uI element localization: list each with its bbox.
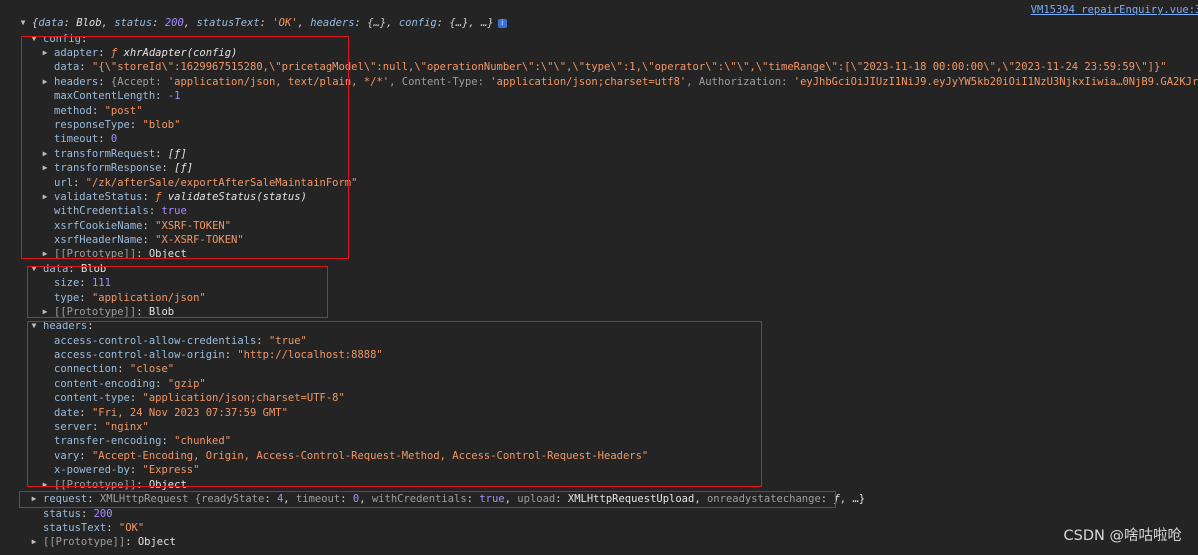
request-highlight-box xyxy=(19,491,836,508)
summary-data-key: data xyxy=(38,17,64,29)
summary-data-val: Blob xyxy=(76,17,102,29)
config-highlight-box xyxy=(21,36,349,259)
info-icon[interactable]: i xyxy=(497,18,507,28)
prototype-key: [[Prototype]] xyxy=(43,536,126,548)
status-key: status xyxy=(43,508,81,520)
authorization-val: 'eyJhbGciOiJIUzI1NiJ9.eyJyYW5kb20iOiI1Nz… xyxy=(793,76,1198,88)
statustext-val: "OK" xyxy=(118,522,145,534)
collapsed-triangle-icon[interactable]: ▶ xyxy=(29,535,39,549)
summary-config-key: config xyxy=(398,17,437,29)
summary-headers-key: headers xyxy=(310,17,355,29)
summary-status-key: status xyxy=(114,17,153,29)
expand-triangle-icon[interactable]: ▼ xyxy=(18,16,28,30)
watermark: CSDN @啥咕啦呛 xyxy=(1063,528,1182,544)
content-type-key: Content-Type xyxy=(401,76,478,88)
content-type-val: 'application/json;charset=utf8' xyxy=(490,76,687,88)
headers-highlight-box xyxy=(27,321,762,487)
summary-headers-val: {…} xyxy=(367,17,387,29)
summary-status-val: 200 xyxy=(164,17,184,29)
summary-config-val: {…} xyxy=(449,17,469,29)
summary-tail: …} xyxy=(481,17,494,29)
statustext-row: statusText: "OK" xyxy=(43,522,145,534)
prototype-val: Object xyxy=(137,536,176,548)
authorization-key: Authorization xyxy=(698,76,782,88)
summary-statustext-key: statusText xyxy=(196,17,260,29)
request-tail: …} xyxy=(852,493,866,505)
response-summary-row[interactable]: ▼ {data: Blob, status: 200, statusText: … xyxy=(0,16,1198,30)
summary-statustext-val: 'OK' xyxy=(272,17,298,29)
data-highlight-box xyxy=(27,266,328,318)
root-prototype-row[interactable]: ▶ [[Prototype]]: Object xyxy=(0,535,1198,549)
source-link[interactable]: VM15394 repairEnquiry.vue:356 xyxy=(1031,4,1198,16)
status-row: status: 200 xyxy=(43,508,113,520)
statustext-key: statusText xyxy=(43,522,107,534)
status-val: 200 xyxy=(93,508,113,520)
